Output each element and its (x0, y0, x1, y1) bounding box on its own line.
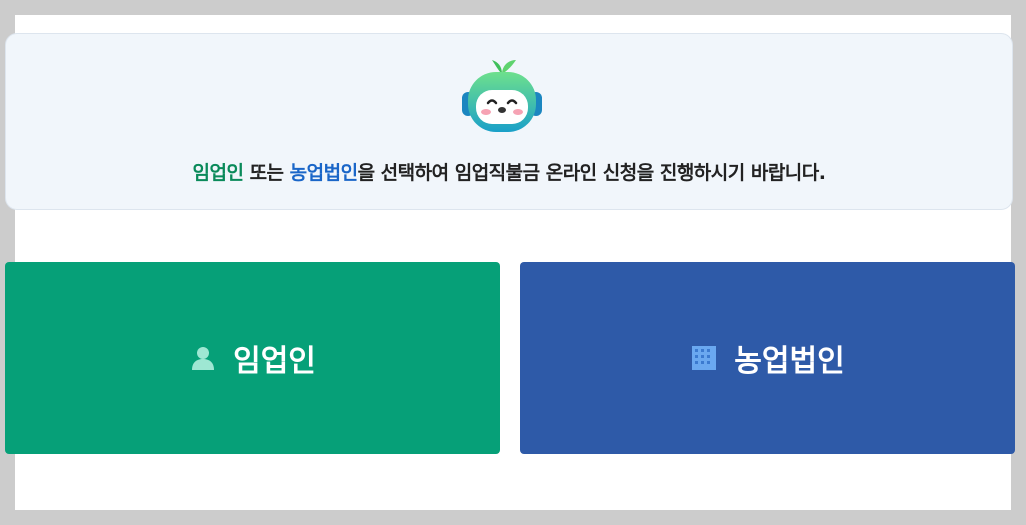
agri-corporation-button[interactable]: 농업법인 (520, 262, 1015, 454)
forest-worker-button[interactable]: 임업인 (5, 262, 500, 454)
mascot-robot-icon (462, 60, 542, 132)
notice-connector: 또는 (243, 162, 290, 184)
agri-corporation-label: 농업법인 (734, 344, 845, 379)
forest-worker-label: 임업인 (233, 344, 316, 379)
notice-rest: 을 선택하여 임업직불금 온라인 신청을 진행하시기 바랍니다. (357, 162, 826, 184)
building-icon (692, 346, 717, 370)
highlight-forest: 임업인 (192, 162, 244, 184)
person-icon (192, 347, 215, 370)
highlight-corporation: 농업법인 (289, 162, 358, 184)
notice-message: 임업인 또는 농업법인을 선택하여 임업직불금 온라인 신청을 진행하시기 바랍… (0, 158, 1018, 185)
